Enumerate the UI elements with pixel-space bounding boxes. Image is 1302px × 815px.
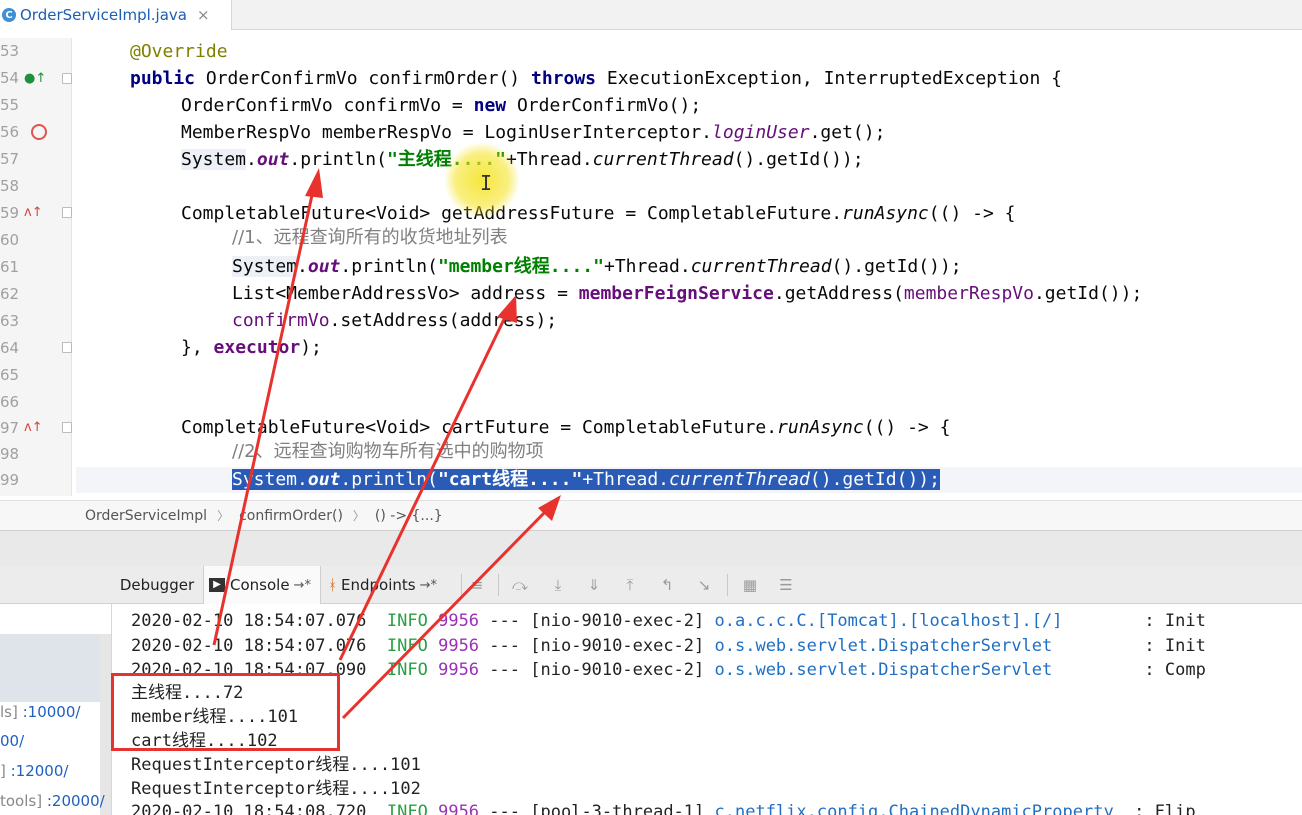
list-icon[interactable]: ≡ <box>467 575 487 595</box>
code-line: public OrderConfirmVo confirmOrder() thr… <box>130 68 1063 89</box>
endpoints-icon: ᚼ <box>328 576 338 594</box>
output-line: RequestInterceptor线程....101 <box>131 755 421 775</box>
line-number: 98 <box>0 445 20 463</box>
breakpoint-icon[interactable] <box>31 124 47 140</box>
chevron-right-icon: 〉 <box>352 509 365 523</box>
line-number: 54 <box>0 69 20 87</box>
code-area[interactable]: @Override public OrderConfirmVo confirmO… <box>76 38 1302 496</box>
close-icon[interactable]: × <box>197 6 210 24</box>
service-item[interactable]: tools] :20000/ <box>0 788 105 814</box>
trace-icon[interactable]: ☰ <box>776 575 796 595</box>
drop-frame-icon[interactable]: ↰ <box>657 575 677 595</box>
line-number: 59 <box>0 204 20 222</box>
breadcrumb-class[interactable]: OrderServiceImpl <box>85 508 207 524</box>
tab-debugger[interactable]: Debugger <box>114 566 200 604</box>
code-line: OrderConfirmVo confirmVo = new OrderConf… <box>181 95 702 116</box>
tab-endpoints[interactable]: ᚼ Endpoints →* <box>326 566 454 604</box>
java-class-icon: C <box>2 8 16 22</box>
code-line: @Override <box>130 41 228 62</box>
run-to-cursor-icon[interactable]: ↘ <box>694 575 714 595</box>
lambda-async-icon[interactable]: ʌ↑ <box>24 415 43 441</box>
service-item[interactable]: 00/ <box>0 728 24 754</box>
log-line: 2020-02-10 18:54:07.076 INFO 9956 --- [n… <box>131 611 1206 631</box>
line-number: 66 <box>0 393 20 411</box>
breadcrumb: OrderServiceImpl 〉 confirmOrder() 〉 () -… <box>0 500 1302 530</box>
code-line-main-thread: System.out.println("主线程...."+Thread.curr… <box>181 149 864 170</box>
editor-gutter: 53 54 55 56 57 58 59 60 61 62 63 64 65 6… <box>0 38 72 496</box>
line-number: 62 <box>0 285 20 303</box>
line-number: 57 <box>0 150 20 168</box>
breadcrumb-method[interactable]: confirmOrder() <box>239 508 343 524</box>
code-editor[interactable]: 53 54 55 56 57 58 59 60 61 62 63 64 65 6… <box>0 38 1302 496</box>
step-over-icon[interactable]: ⤼ <box>510 575 530 595</box>
code-comment: //2、远程查询购物车所有选中的购物项 <box>232 441 544 462</box>
line-number: 99 <box>0 471 20 489</box>
fold-icon[interactable] <box>62 207 72 218</box>
service-item[interactable]: ls] :10000/ <box>0 699 80 725</box>
panel-divider <box>0 530 1302 566</box>
tab-console[interactable]: ▶ Console →* <box>203 566 321 604</box>
services-panel: ls] :10000/ 00/ ] :12000/ tools] :20000/ <box>0 604 112 815</box>
line-number: 97 <box>0 419 20 437</box>
line-number: 64 <box>0 339 20 357</box>
annotation-box <box>111 673 340 751</box>
editor-tab-bar: C OrderServiceImpl.java × <box>0 0 1302 30</box>
code-line-member-thread: System.out.println("member线程...."+Thread… <box>232 256 962 277</box>
code-comment: //1、远程查询所有的收货地址列表 <box>232 227 508 248</box>
lambda-async-icon[interactable]: ʌ↑ <box>24 200 43 226</box>
service-item[interactable]: ] :12000/ <box>0 758 68 784</box>
log-line: 2020-02-10 18:54:08.720 INFO 9956 --- [p… <box>131 802 1196 815</box>
log-line: 2020-02-10 18:54:07.076 INFO 9956 --- [n… <box>131 636 1206 656</box>
breadcrumb-lambda[interactable]: () -> {...} <box>375 508 443 524</box>
step-into-icon[interactable]: ⤓ <box>548 575 568 595</box>
evaluate-icon[interactable]: ▦ <box>740 575 760 595</box>
line-number: 56 <box>0 123 20 141</box>
fold-icon[interactable] <box>62 422 72 433</box>
code-line: confirmVo.setAddress(address); <box>232 310 558 331</box>
fold-icon[interactable] <box>62 342 72 353</box>
line-number: 61 <box>0 258 20 276</box>
console-icon: ▶ <box>209 578 225 592</box>
code-line: CompletableFuture<Void> getAddressFuture… <box>181 203 1016 224</box>
chevron-right-icon: 〉 <box>217 509 230 523</box>
debug-toolbar: Debugger ▶ Console →* ᚼ Endpoints →* ≡ ⤼… <box>0 566 1302 604</box>
output-line: RequestInterceptor线程....102 <box>131 779 421 799</box>
selected-service <box>0 634 111 702</box>
line-number: 60 <box>0 231 20 249</box>
step-out-icon[interactable]: ⤒ <box>620 575 640 595</box>
line-number: 55 <box>0 96 20 114</box>
tab-label: OrderServiceImpl.java <box>20 6 187 24</box>
line-number: 58 <box>0 177 20 195</box>
tab-order-service-impl[interactable]: C OrderServiceImpl.java × <box>0 0 232 30</box>
code-line: }, executor); <box>181 337 322 358</box>
code-line: CompletableFuture<Void> cartFuture = Com… <box>181 417 951 438</box>
override-method-icon[interactable]: ●↑ <box>24 66 46 92</box>
code-line: List<MemberAddressVo> address = memberFe… <box>232 283 1143 304</box>
line-number: 63 <box>0 312 20 330</box>
code-line: MemberRespVo memberRespVo = LoginUserInt… <box>181 122 886 143</box>
code-line-cart-thread: System.out.println("cart线程...."+Thread.c… <box>76 467 1302 493</box>
line-number: 65 <box>0 366 20 384</box>
line-number: 53 <box>0 42 20 60</box>
fold-icon[interactable] <box>62 73 72 84</box>
force-step-into-icon[interactable]: ⇓ <box>584 575 604 595</box>
